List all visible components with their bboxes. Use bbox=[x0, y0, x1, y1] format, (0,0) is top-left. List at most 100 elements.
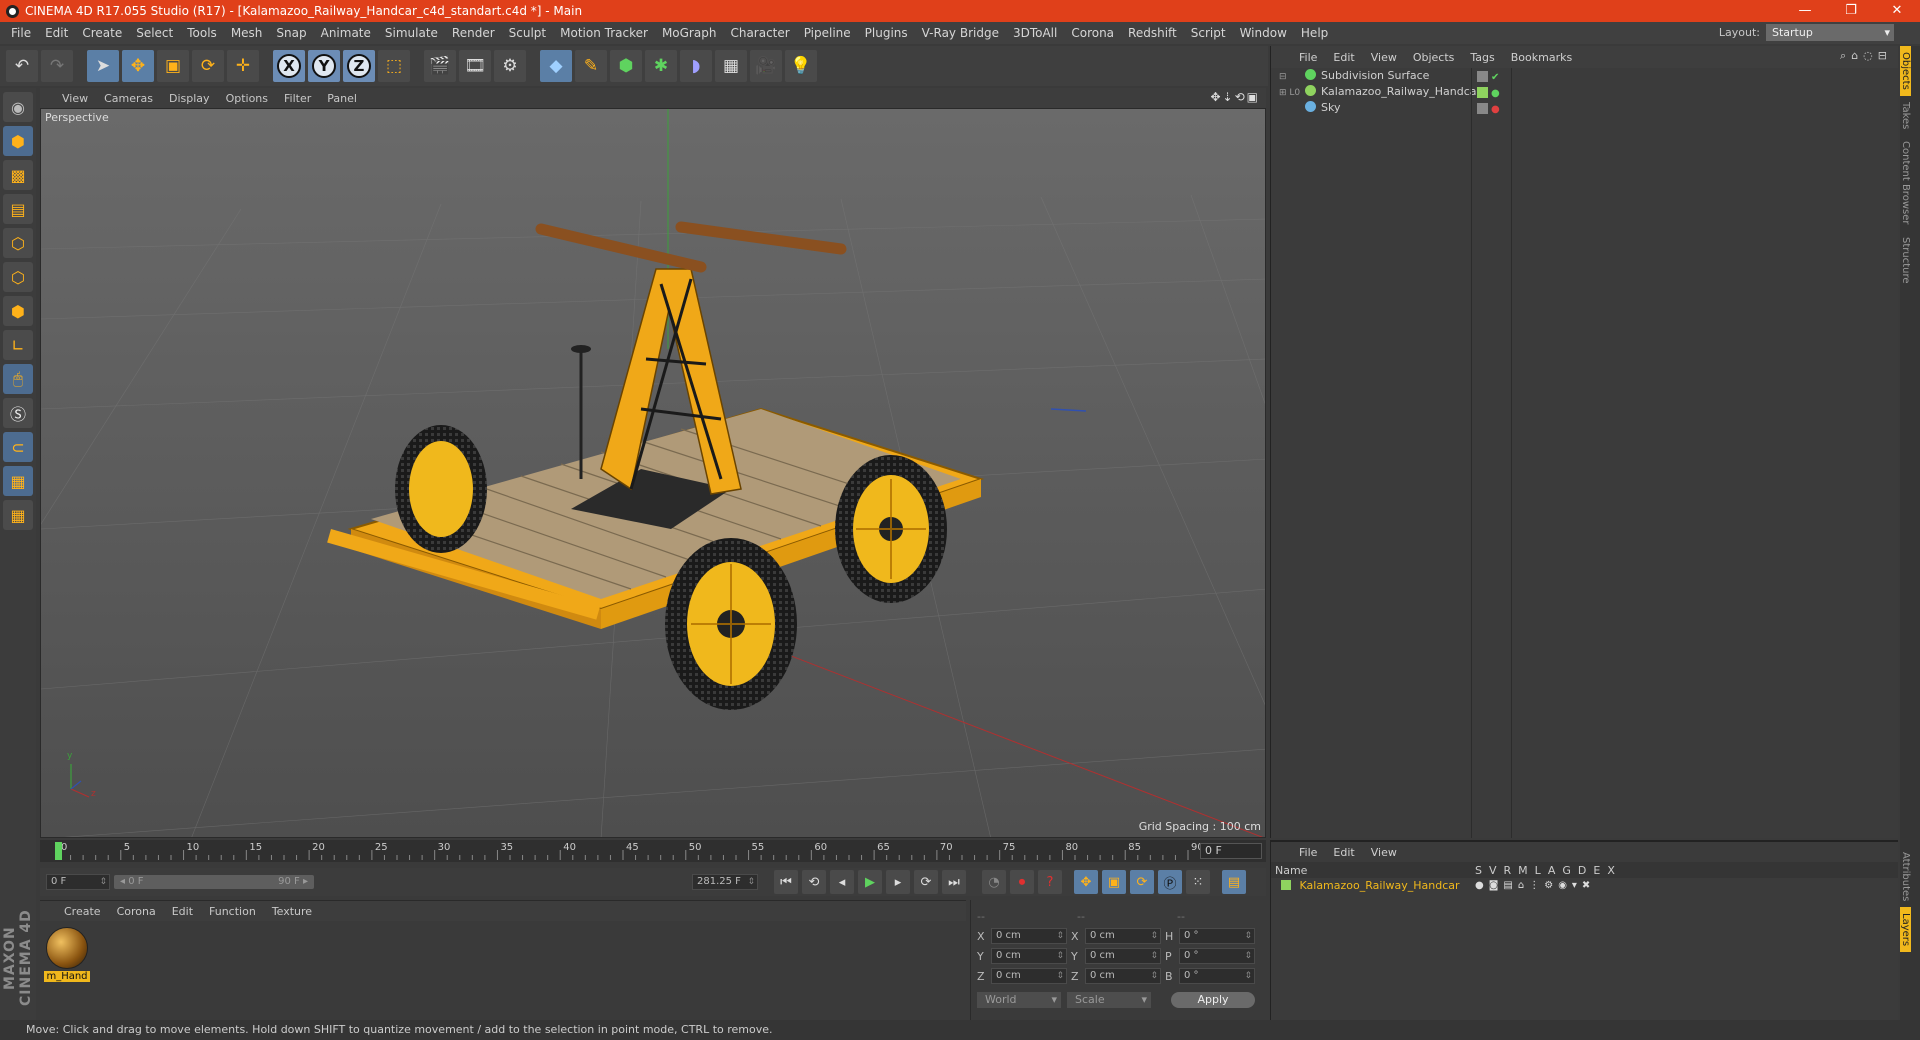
layer-col-r[interactable]: R bbox=[1504, 864, 1512, 877]
playhead[interactable] bbox=[55, 842, 62, 860]
menu-v-ray-bridge[interactable]: V-Ray Bridge bbox=[915, 22, 1006, 44]
record-icon[interactable]: ⏺ bbox=[1010, 870, 1034, 894]
rotate-icon[interactable]: ⟳ bbox=[192, 50, 224, 82]
x-axis-button[interactable]: X bbox=[273, 50, 305, 82]
coord-value-field[interactable]: 0 cm bbox=[1085, 968, 1161, 984]
menu-select[interactable]: Select bbox=[129, 22, 180, 44]
play-icon[interactable]: ▶ bbox=[858, 870, 882, 894]
object-manager-tools-icon[interactable]: ⌕⌂◌⊟ bbox=[1840, 49, 1892, 63]
select-icon[interactable]: ➤ bbox=[87, 50, 119, 82]
menu-snap[interactable]: Snap bbox=[269, 22, 313, 44]
start-frame-field[interactable]: 0 F bbox=[46, 874, 110, 890]
material-menu-edit[interactable]: Edit bbox=[164, 905, 201, 918]
layer-col-d[interactable]: D bbox=[1578, 864, 1586, 877]
viewport-menu-view[interactable]: View bbox=[54, 92, 96, 105]
preview-range-slider[interactable]: ◂ 0 F 90 F ▸ bbox=[114, 875, 314, 889]
tweak-mode-icon[interactable]: 🖱 bbox=[3, 364, 33, 394]
viewport-menu-options[interactable]: Options bbox=[218, 92, 276, 105]
model-mode-icon[interactable]: ⬢ bbox=[3, 126, 33, 156]
object-visibility-icon[interactable] bbox=[1477, 87, 1488, 98]
y-axis-button[interactable]: Y bbox=[308, 50, 340, 82]
restore-button[interactable]: ❐ bbox=[1828, 0, 1874, 22]
go-to-end-icon[interactable]: ⏭ bbox=[942, 870, 966, 894]
object-expander[interactable]: ⊟ bbox=[1279, 69, 1305, 85]
menu-script[interactable]: Script bbox=[1184, 22, 1233, 44]
close-button[interactable]: ✕ bbox=[1874, 0, 1920, 22]
viewport-menu-cameras[interactable]: Cameras bbox=[96, 92, 161, 105]
coord-value-field[interactable]: 0 cm bbox=[1085, 948, 1161, 964]
object-row[interactable]: ⊟ Subdivision Surface ✔ bbox=[1271, 68, 1898, 84]
motion-path-icon[interactable]: ◔ bbox=[982, 870, 1006, 894]
viewport-menu-filter[interactable]: Filter bbox=[276, 92, 319, 105]
viewport-menu-display[interactable]: Display bbox=[161, 92, 218, 105]
coord-value-field[interactable]: 0 ° bbox=[1179, 968, 1255, 984]
side-tab-structure[interactable]: Structure bbox=[1900, 231, 1911, 290]
autokey-icon[interactable]: ? bbox=[1038, 870, 1062, 894]
next-frame-icon[interactable]: ▸ bbox=[886, 870, 910, 894]
material-menu-create[interactable]: Create bbox=[56, 905, 109, 918]
render-view-icon[interactable]: 🎬 bbox=[424, 50, 456, 82]
menu-simulate[interactable]: Simulate bbox=[378, 22, 445, 44]
redo-icon[interactable]: ↷ bbox=[41, 50, 73, 82]
side-tab-layers[interactable]: Layers bbox=[1900, 907, 1911, 953]
coord-value-field[interactable]: 0 ° bbox=[1179, 948, 1255, 964]
layer-col-v[interactable]: V bbox=[1489, 864, 1497, 877]
snap-icon[interactable]: ⊂ bbox=[3, 432, 33, 462]
make-editable-icon[interactable]: ◉ bbox=[3, 92, 33, 122]
floor-icon[interactable]: ▦ bbox=[715, 50, 747, 82]
object-menu-tags[interactable]: Tags bbox=[1462, 51, 1502, 64]
layer-col-x[interactable]: X bbox=[1607, 864, 1615, 877]
layout-dropdown[interactable]: Startup bbox=[1766, 24, 1894, 41]
coord-value-field[interactable]: 0 cm bbox=[991, 948, 1067, 964]
timeline[interactable]: 051015202530354045505560657075808590 0 F bbox=[40, 840, 1266, 862]
key-param-icon[interactable]: Ⓟ bbox=[1158, 870, 1182, 894]
viewport-menu-panel[interactable]: Panel bbox=[319, 92, 365, 105]
menu-character[interactable]: Character bbox=[723, 22, 796, 44]
prev-frame-icon[interactable]: ◂ bbox=[830, 870, 854, 894]
object-expander[interactable]: ⊞ L0 bbox=[1279, 85, 1305, 101]
coord-system-dropdown[interactable]: World bbox=[977, 992, 1061, 1008]
layer-toggle-icons[interactable]: ●◙▤⌂⋮⚙◉▾✖ bbox=[1475, 878, 1595, 894]
side-tab-content-browser[interactable]: Content Browser bbox=[1900, 135, 1911, 230]
end-frame-field[interactable]: 281.25 F bbox=[692, 874, 758, 890]
camera-icon[interactable]: 🎥 bbox=[750, 50, 782, 82]
menu-mograph[interactable]: MoGraph bbox=[655, 22, 724, 44]
layer-col-m[interactable]: M bbox=[1518, 864, 1528, 877]
undo-icon[interactable]: ↶ bbox=[6, 50, 38, 82]
planar-workplane-icon[interactable]: ▦ bbox=[3, 500, 33, 530]
perspective-viewport[interactable]: Perspective y z Grid Spacing : 100 cm bbox=[40, 108, 1266, 838]
subdivision-icon[interactable]: ⬢ bbox=[610, 50, 642, 82]
object-tag-icon[interactable]: ● bbox=[1491, 102, 1500, 118]
apply-button[interactable]: Apply bbox=[1171, 992, 1255, 1008]
coord-value-field[interactable]: 0 ° bbox=[1179, 928, 1255, 944]
menu-mesh[interactable]: Mesh bbox=[224, 22, 270, 44]
menu-sculpt[interactable]: Sculpt bbox=[502, 22, 553, 44]
key-point-icon[interactable]: ⁙ bbox=[1186, 870, 1210, 894]
material-menu-corona[interactable]: Corona bbox=[109, 905, 164, 918]
key-position-icon[interactable]: ✥ bbox=[1074, 870, 1098, 894]
layer-menu-file[interactable]: File bbox=[1291, 846, 1325, 859]
cube-icon[interactable]: ◆ bbox=[540, 50, 572, 82]
prev-key-icon[interactable]: ⟲ bbox=[802, 870, 826, 894]
edges-mode-icon[interactable]: ⬡ bbox=[3, 262, 33, 292]
material-menu-function[interactable]: Function bbox=[201, 905, 264, 918]
object-menu-edit[interactable]: Edit bbox=[1325, 51, 1362, 64]
object-menu-file[interactable]: File bbox=[1291, 51, 1325, 64]
menu-create[interactable]: Create bbox=[75, 22, 129, 44]
key-rotation-icon[interactable]: ⟳ bbox=[1130, 870, 1154, 894]
menu-edit[interactable]: Edit bbox=[38, 22, 75, 44]
scale-icon[interactable]: ▣ bbox=[157, 50, 189, 82]
solo-mode-icon[interactable]: Ⓢ bbox=[3, 398, 33, 428]
layer-col-g[interactable]: G bbox=[1562, 864, 1571, 877]
pen-icon[interactable]: ✎ bbox=[575, 50, 607, 82]
material-swatch[interactable]: m_Hand bbox=[44, 927, 90, 982]
side-tab-attributes[interactable]: Attributes bbox=[1900, 846, 1911, 907]
timeline-window-icon[interactable]: ▤ bbox=[1222, 870, 1246, 894]
menu-tools[interactable]: Tools bbox=[180, 22, 224, 44]
layer-col-l[interactable]: L bbox=[1535, 864, 1541, 877]
object-visibility-icon[interactable] bbox=[1477, 103, 1488, 114]
object-row[interactable]: Sky ● bbox=[1271, 100, 1898, 116]
object-menu-bookmarks[interactable]: Bookmarks bbox=[1503, 51, 1580, 64]
menu-redshift[interactable]: Redshift bbox=[1121, 22, 1184, 44]
menu-render[interactable]: Render bbox=[445, 22, 502, 44]
